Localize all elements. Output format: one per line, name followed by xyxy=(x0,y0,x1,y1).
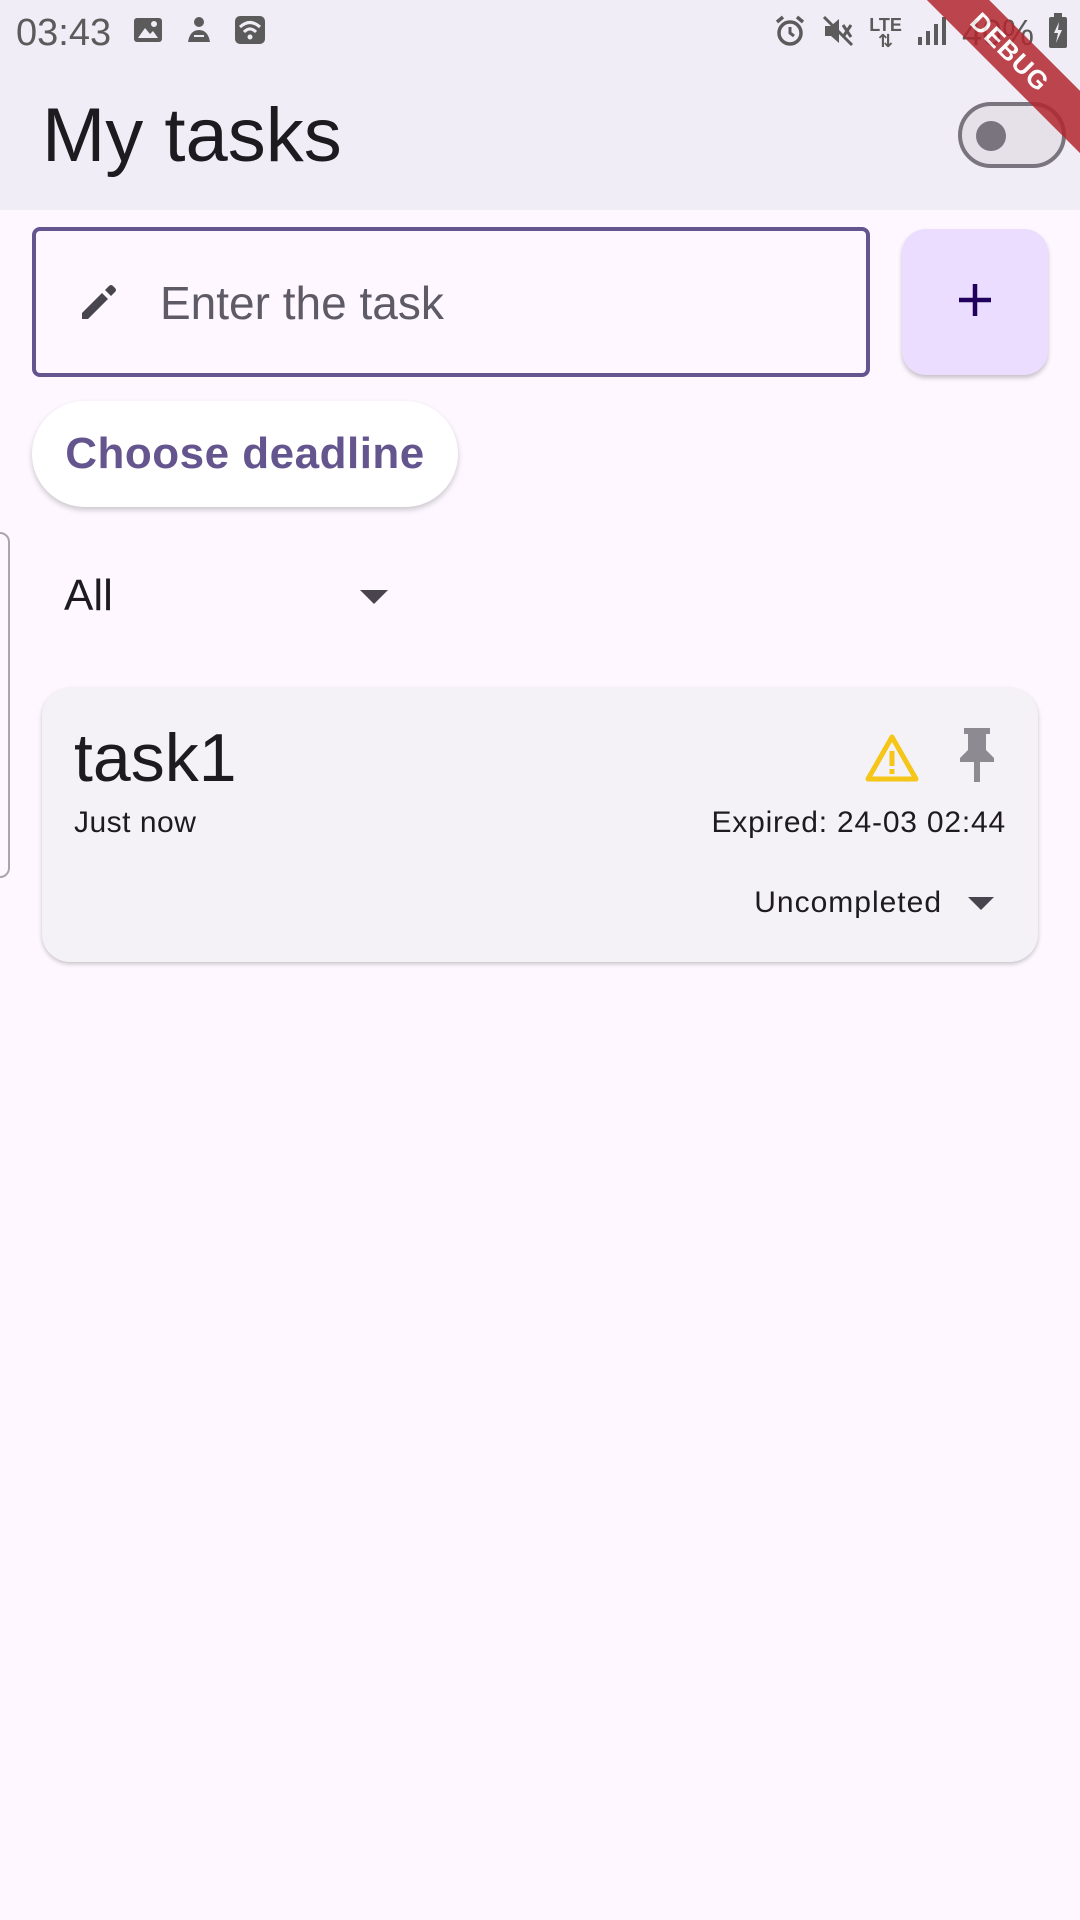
battery-icon xyxy=(1048,12,1068,54)
plus-icon xyxy=(953,278,997,327)
status-time: 03:43 xyxy=(16,12,112,54)
notification-icon xyxy=(184,14,214,51)
caret-down-icon xyxy=(360,590,388,604)
add-task-button[interactable] xyxy=(902,229,1048,375)
app-bar: 03:43 LTE ⇅ My tasks DEBUG xyxy=(0,0,1080,210)
caret-down-icon xyxy=(968,896,994,910)
side-drawer-edge[interactable] xyxy=(0,532,10,878)
mute-icon xyxy=(821,14,855,53)
task-title: task1 xyxy=(74,720,237,796)
task-input-field[interactable] xyxy=(32,227,870,377)
page-title: My tasks xyxy=(42,93,342,178)
pin-icon[interactable] xyxy=(952,724,1002,786)
task-created-time: Just now xyxy=(74,806,197,839)
task-status-value: Uncompleted xyxy=(754,886,942,919)
task-expired-date: Expired: 24-03 02:44 xyxy=(711,806,1006,839)
task-status-dropdown[interactable]: Uncompleted xyxy=(754,886,994,920)
filter-selected-value: All xyxy=(64,571,113,620)
task-input[interactable] xyxy=(160,273,840,333)
signal-icon xyxy=(916,15,948,52)
image-icon xyxy=(132,14,164,51)
filter-dropdown[interactable]: All xyxy=(64,566,394,626)
task-card[interactable]: task1 Just now Expired: 24-03 02:44 Unco… xyxy=(42,688,1038,962)
wifi-icon xyxy=(234,14,266,51)
pencil-icon xyxy=(76,281,120,325)
status-left-icons xyxy=(132,14,266,51)
toggle-knob xyxy=(976,121,1006,151)
choose-deadline-button[interactable]: Choose deadline xyxy=(32,401,458,507)
lte-icon: LTE ⇅ xyxy=(869,15,902,51)
warning-icon xyxy=(864,732,920,784)
alarm-icon xyxy=(773,14,807,53)
